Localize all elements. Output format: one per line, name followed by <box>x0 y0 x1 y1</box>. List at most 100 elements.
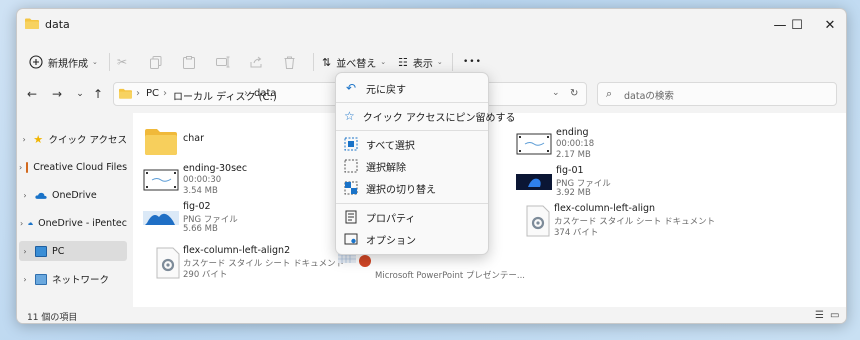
tiles-view-icon[interactable]: ▭ <box>830 310 839 321</box>
file-item-fig-01[interactable]: fig-01 PNG ファイル 3.92 MB <box>516 165 736 205</box>
menu-item-invert-selection[interactable]: 選択の切り替え <box>340 177 486 199</box>
file-item-char[interactable]: char <box>143 125 363 165</box>
see-more-menu: ↶ 元に戻す ☆ クイック アクセスにピン留めする すべて選択 選択解除 選択の… <box>335 72 515 255</box>
select-none-icon <box>344 159 358 173</box>
menu-item-label: オプション <box>366 235 416 247</box>
menu-item-pin-quick-access[interactable]: ☆ クイック アクセスにピン留めする <box>340 105 515 127</box>
rename-button[interactable] <box>216 49 230 75</box>
folder-icon <box>25 18 39 29</box>
search-box[interactable]: ⌕ dataの検索 <box>597 82 837 106</box>
breadcrumb-pc[interactable]: PC <box>146 88 159 99</box>
sidebar-item-label: ネットワーク <box>52 275 110 286</box>
network-icon <box>35 273 47 285</box>
share-button[interactable] <box>250 49 263 75</box>
file-size: 5.66 MB <box>183 224 218 234</box>
delete-button[interactable] <box>284 49 295 75</box>
sidebar-item-quick-access[interactable]: › ★ クイック アクセス <box>19 129 127 149</box>
paste-button[interactable] <box>183 49 195 75</box>
chevron-right-icon[interactable]: › <box>19 163 22 172</box>
video-file-icon <box>516 133 552 155</box>
sidebar-item-creative-cloud[interactable]: › Creative Cloud Files <box>19 157 127 177</box>
copy-button[interactable] <box>150 49 162 75</box>
menu-item-select-none[interactable]: 選択解除 <box>340 155 486 177</box>
menu-item-undo[interactable]: ↶ 元に戻す <box>340 77 486 99</box>
chevron-down-icon: ⌄ <box>380 58 387 66</box>
menu-divider <box>336 130 488 131</box>
sidebar-item-onedrive[interactable]: › OneDrive <box>19 185 127 205</box>
file-name: fig-01 <box>556 165 584 176</box>
clipboard-icon <box>183 55 195 69</box>
chevron-right-icon[interactable]: › <box>19 275 31 284</box>
file-size: 3.54 MB <box>183 186 218 196</box>
powerpoint-icon <box>359 255 371 267</box>
file-duration: 00:00:18 <box>556 139 595 149</box>
toolbar-divider <box>313 53 314 71</box>
breadcrumb-data[interactable]: data <box>254 88 277 99</box>
sidebar-item-network[interactable]: › ネットワーク <box>19 269 127 289</box>
sort-icon: ⇅ <box>322 55 332 69</box>
menu-item-label: クイック アクセスにピン留めする <box>362 112 516 124</box>
chevron-down-icon: ⌄ <box>436 58 443 66</box>
chevron-down-icon[interactable]: ⌄ <box>552 88 560 98</box>
breadcrumb-separator: › <box>136 88 140 99</box>
chevron-down-icon: ⌄ <box>76 89 84 99</box>
status-bar: 11 個の項目 ☰ ▭ <box>17 307 846 323</box>
details-view-icon[interactable]: ☰ <box>815 310 824 321</box>
refresh-icon[interactable]: ↻ <box>570 88 578 99</box>
chevron-right-icon[interactable]: › <box>19 247 31 256</box>
breadcrumb-separator: › <box>163 88 167 99</box>
menu-item-properties[interactable]: プロパティ <box>340 206 486 228</box>
back-button[interactable]: ← <box>21 83 43 105</box>
cut-button[interactable]: ✂ <box>117 49 127 75</box>
cloud-icon <box>28 221 34 225</box>
video-file-icon <box>143 169 179 191</box>
undo-icon: ↶ <box>345 81 357 95</box>
file-name: flex-column-left-align <box>554 203 656 214</box>
toolbar-divider <box>452 53 453 71</box>
file-name: fig-02 <box>183 201 211 212</box>
arrow-left-icon: ← <box>26 87 38 101</box>
window-title: data <box>45 18 70 31</box>
close-button[interactable]: ✕ <box>807 9 846 41</box>
menu-item-options[interactable]: オプション <box>340 228 486 250</box>
gear-file-icon <box>526 205 550 237</box>
more-icon: ••• <box>463 57 482 67</box>
sidebar-item-onedrive-ipentec[interactable]: › OneDrive - iPentec <box>19 213 127 233</box>
arrow-right-icon: → <box>51 87 63 101</box>
forward-button[interactable]: → <box>46 83 68 105</box>
maximize-icon: ☐ <box>791 17 803 33</box>
menu-item-label: 元に戻す <box>366 84 406 96</box>
file-item-fig-02[interactable]: fig-02 PNG ファイル 5.66 MB <box>143 201 363 241</box>
cloud-icon <box>35 192 47 199</box>
item-count: 11 個の項目 <box>27 313 78 323</box>
sidebar-item-pc[interactable]: › PC <box>19 241 127 261</box>
menu-item-select-all[interactable]: すべて選択 <box>340 133 486 155</box>
title-bar: data — ☐ ✕ <box>17 9 846 41</box>
file-size: 2.17 MB <box>556 150 591 160</box>
file-type: Microsoft PowerPoint プレゼンテー... <box>375 271 525 281</box>
menu-divider <box>336 102 488 103</box>
new-button[interactable]: 新規作成 ⌄ <box>29 49 98 75</box>
file-name: ending <box>556 127 589 138</box>
star-outline-icon: ☆ <box>344 109 355 123</box>
up-button[interactable]: ↑ <box>87 83 109 105</box>
file-item-ending-30sec[interactable]: ending-30sec 00:00:30 3.54 MB <box>143 163 363 203</box>
sidebar-item-label: PC <box>52 245 65 257</box>
folder-icon <box>119 88 132 99</box>
new-button-label: 新規作成 <box>48 58 88 70</box>
folder-icon <box>145 129 177 155</box>
gear-file-icon <box>156 247 180 279</box>
options-icon <box>344 233 358 245</box>
file-name: ending-30sec <box>183 163 248 174</box>
chevron-right-icon[interactable]: › <box>19 191 31 200</box>
sidebar-item-label: OneDrive - iPentec <box>38 217 127 229</box>
menu-divider <box>336 203 488 204</box>
file-item-ending[interactable]: ending 00:00:18 2.17 MB <box>516 127 736 167</box>
view-button-label: 表示 <box>412 58 433 70</box>
invert-selection-icon <box>344 181 358 195</box>
chevron-right-icon[interactable]: › <box>19 219 24 228</box>
file-name: flex-column-left-align2 <box>183 245 291 256</box>
file-item-flex-column-left-align[interactable]: flex-column-left-align カスケード スタイル シート ドキ… <box>525 203 745 243</box>
file-size: 374 バイト <box>554 228 599 238</box>
chevron-right-icon[interactable]: › <box>19 135 29 144</box>
